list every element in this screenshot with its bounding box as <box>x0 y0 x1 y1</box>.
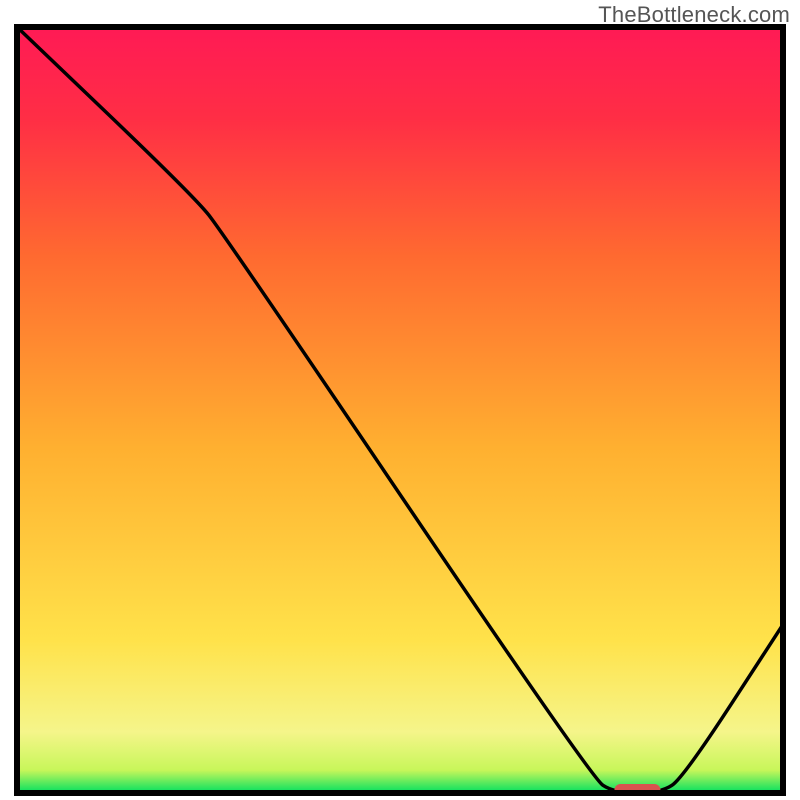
chart-container: TheBottleneck.com <box>0 0 800 800</box>
plot-frame <box>14 24 786 796</box>
bottleneck-chart-svg <box>14 24 786 796</box>
gradient-background <box>17 27 783 793</box>
